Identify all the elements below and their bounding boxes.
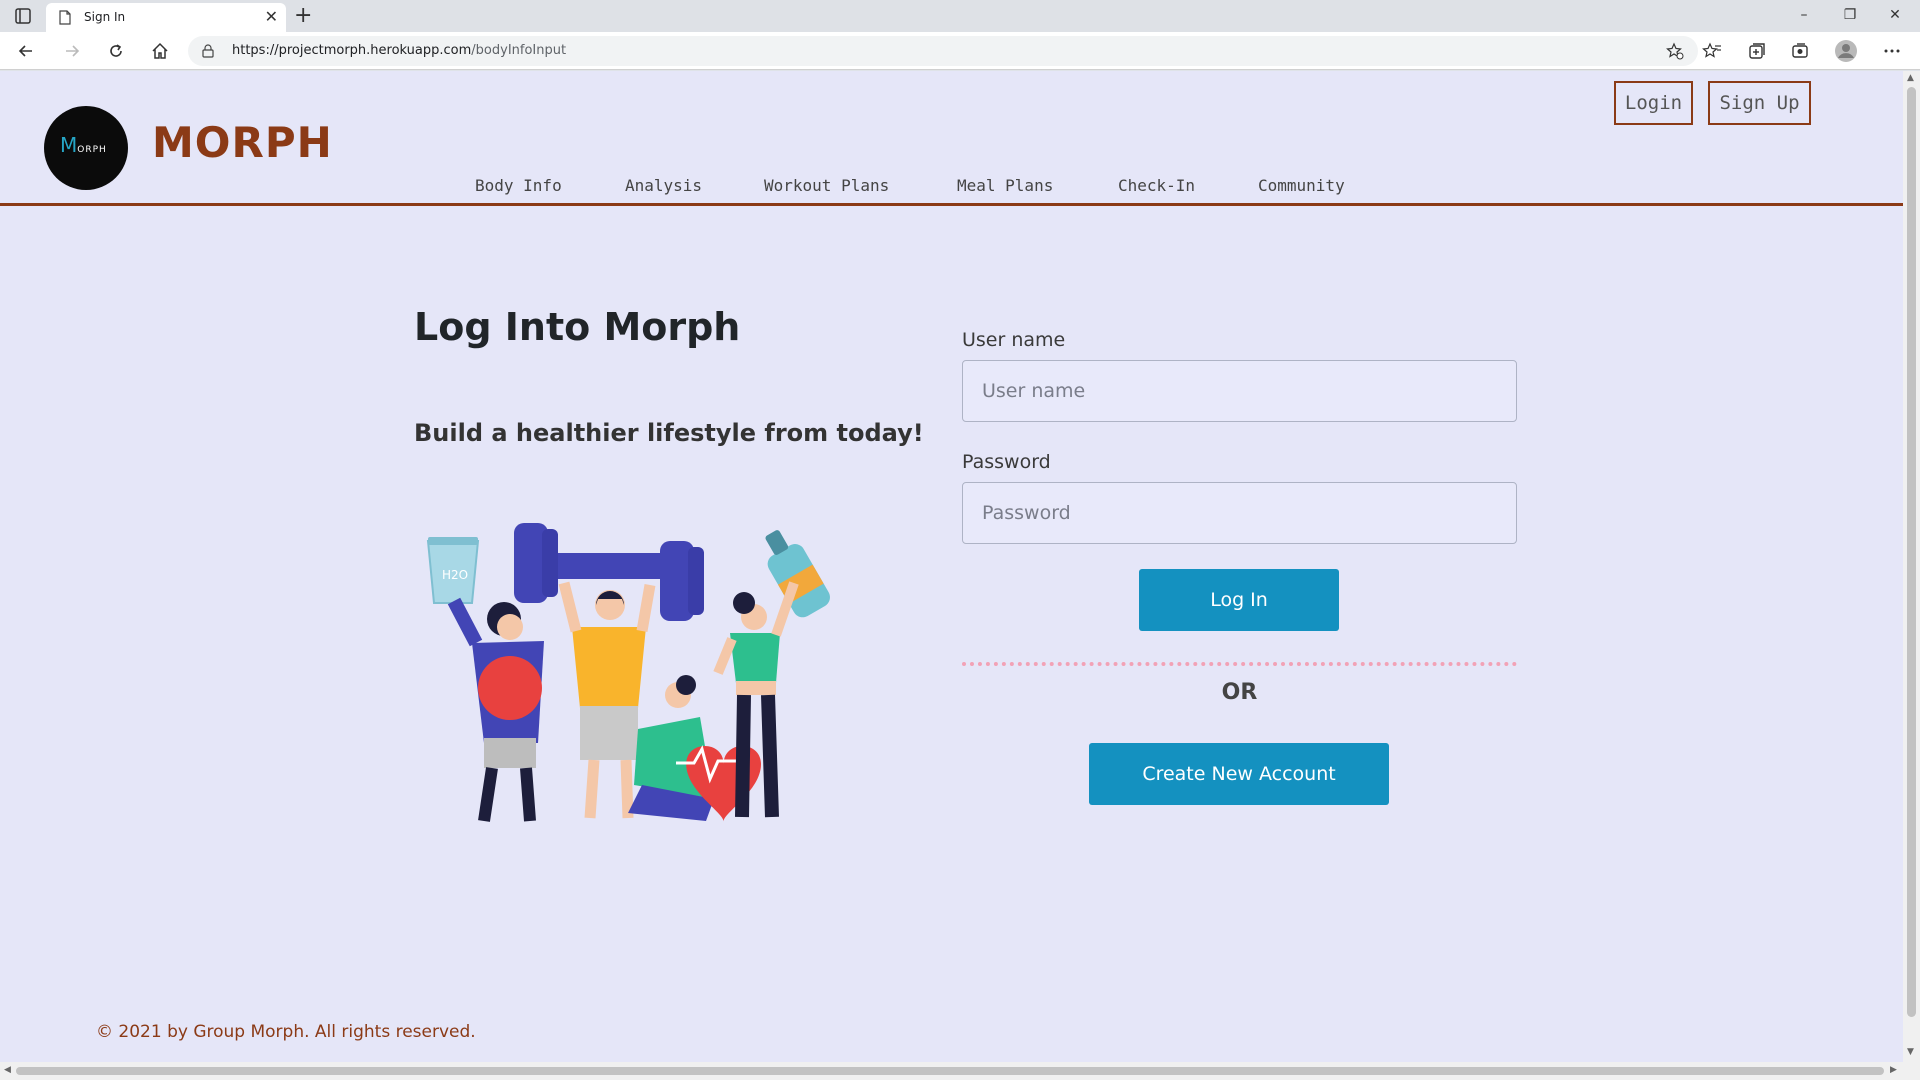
url-path: /bodyInfoInput [471, 43, 567, 58]
collections-icon[interactable] [1747, 41, 1767, 61]
tab-actions-icon[interactable] [10, 6, 36, 26]
scroll-left-icon[interactable]: ◀ [4, 1065, 11, 1075]
browser-tab-active[interactable]: Sign In ✕ [46, 3, 286, 32]
header-login-button[interactable]: Login [1614, 81, 1693, 125]
browser-toolbar: https://projectmorph.herokuapp.com/bodyI… [0, 32, 1920, 70]
site-title[interactable]: MORPH [152, 118, 333, 167]
profile-avatar-icon[interactable] [1834, 39, 1858, 63]
browser-essentials-icon[interactable] [1790, 41, 1810, 61]
close-icon[interactable]: ✕ [265, 8, 278, 26]
water-glass-label: H2O [442, 568, 468, 582]
page-favicon-icon [59, 10, 71, 25]
username-label: User name [962, 329, 1066, 351]
page-title: Log Into Morph [414, 305, 741, 349]
scroll-down-icon[interactable]: ▼ [1907, 1047, 1914, 1057]
nav-analysis[interactable]: Analysis [625, 176, 702, 195]
logo-letters: ORPH [77, 145, 107, 155]
minimize-icon[interactable]: – [1794, 5, 1814, 25]
header-signup-button[interactable]: Sign Up [1708, 81, 1811, 125]
more-menu-icon[interactable] [1882, 41, 1902, 61]
vertical-scroll-thumb[interactable] [1907, 87, 1916, 1017]
log-in-button[interactable]: Log In [1139, 569, 1339, 631]
add-favorite-icon[interactable] [1666, 42, 1684, 60]
tab-title: Sign In [84, 10, 126, 24]
url-host: https://projectmorph.herokuapp.com [232, 43, 472, 58]
scroll-up-icon[interactable]: ▲ [1907, 73, 1914, 83]
password-label: Password [962, 451, 1051, 473]
horizontal-scroll-thumb[interactable] [16, 1067, 1884, 1075]
window-close-icon[interactable]: ✕ [1885, 5, 1905, 25]
nav-community[interactable]: Community [1258, 176, 1345, 195]
nav-workout-plans[interactable]: Workout Plans [764, 176, 889, 195]
tagline: Build a healthier lifestyle from today! [414, 419, 924, 447]
create-account-button[interactable]: Create New Account [1089, 743, 1389, 805]
or-divider [962, 662, 1517, 666]
or-text: OR [1221, 680, 1258, 705]
horizontal-scrollbar[interactable]: ◀ ▶ [0, 1062, 1920, 1080]
favorites-icon[interactable] [1702, 41, 1722, 61]
nav-body-info[interactable]: Body Info [475, 176, 562, 195]
url-text[interactable]: https://projectmorph.herokuapp.com/bodyI… [232, 43, 566, 58]
home-icon[interactable] [150, 41, 170, 61]
page-viewport: MORPH MORPH Login Sign Up Body Info Anal… [0, 71, 1903, 1062]
logo-letter: M [60, 133, 78, 157]
scroll-right-icon[interactable]: ▶ [1890, 1065, 1897, 1075]
browser-tabstrip: Sign In ✕ + – ❐ ✕ [0, 0, 1920, 32]
logo-mark: MORPH [60, 133, 107, 157]
fitness-people-illustration: H2O [426, 523, 830, 822]
footer-copyright: © 2021 by Group Morph. All rights reserv… [96, 1022, 476, 1042]
lock-icon[interactable] [202, 44, 214, 58]
username-input[interactable] [962, 360, 1517, 422]
site-logo[interactable]: MORPH [44, 106, 128, 190]
plus-icon[interactable]: + [294, 4, 312, 28]
reload-icon[interactable] [106, 41, 126, 61]
nav-meal-plans[interactable]: Meal Plans [957, 176, 1053, 195]
header-divider [0, 203, 1903, 206]
nav-check-in[interactable]: Check-In [1118, 176, 1195, 195]
restore-icon[interactable]: ❐ [1840, 5, 1860, 25]
address-bar[interactable]: https://projectmorph.herokuapp.com/bodyI… [188, 36, 1698, 66]
back-arrow-icon[interactable] [16, 41, 36, 61]
forward-arrow-icon[interactable] [62, 41, 82, 61]
password-input[interactable] [962, 482, 1517, 544]
vertical-scrollbar[interactable]: ▲ ▼ [1903, 71, 1920, 1062]
